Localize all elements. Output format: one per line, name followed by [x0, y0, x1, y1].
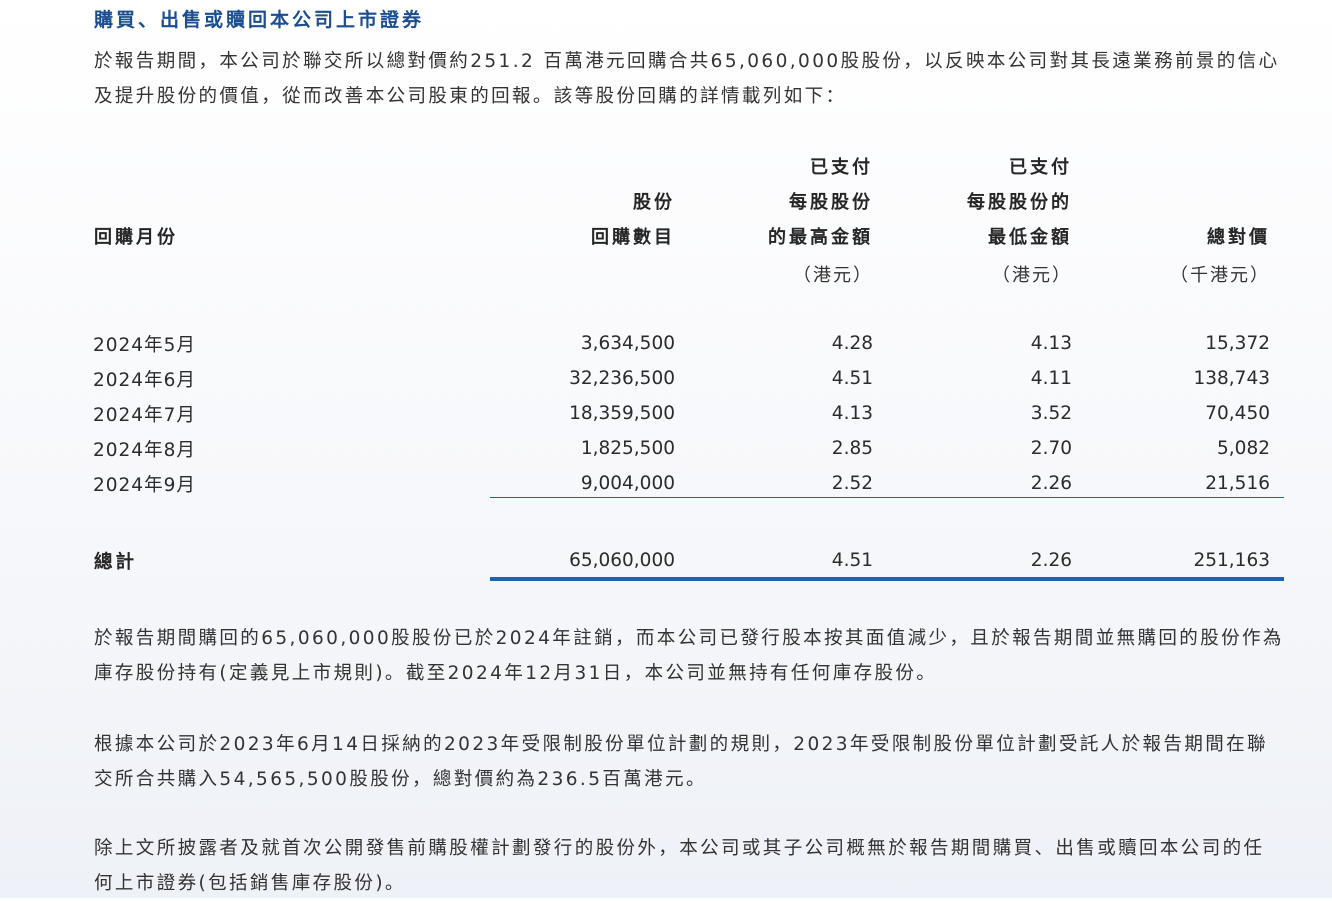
row-high: 4.13 [831, 403, 873, 424]
row-shares: 18,359,500 [569, 403, 675, 424]
row-low: 2.26 [1030, 473, 1072, 494]
row-high: 4.28 [831, 333, 873, 354]
total-high: 4.51 [831, 550, 873, 571]
header-low-unit: （港元） [992, 265, 1072, 286]
row-total: 15,372 [1205, 333, 1270, 354]
row-month: 2024年5月 [93, 335, 196, 356]
table-divider [490, 497, 1284, 498]
header-month: 回購月份 [94, 227, 178, 248]
intro-paragraph: 於報告期間，本公司於聯交所以總對價約251.2 百萬港元回購合共65,060,0… [94, 51, 1280, 107]
header-high-line3: 的最高金額 [768, 227, 873, 248]
row-low: 4.13 [1030, 333, 1072, 354]
header-total-unit: （千港元） [1170, 265, 1270, 286]
row-shares: 9,004,000 [580, 473, 675, 494]
header-shares-line2: 回購數目 [591, 227, 675, 248]
row-shares: 32,236,500 [569, 368, 675, 389]
table-bottom-rule [490, 577, 1284, 581]
header-high-line2: 每股股份 [789, 192, 873, 213]
header-high-unit: （港元） [793, 265, 873, 286]
section-heading: 購買、出售或贖回本公司上市證券 [94, 9, 425, 31]
header-low-line3: 最低金額 [988, 227, 1072, 248]
header-low-line1: 已支付 [1009, 157, 1072, 178]
row-total: 5,082 [1217, 438, 1270, 459]
row-low: 4.11 [1030, 368, 1072, 389]
total-label: 總計 [94, 552, 138, 573]
row-total: 138,743 [1193, 368, 1270, 389]
row-total: 21,516 [1205, 473, 1270, 494]
row-month: 2024年8月 [93, 440, 196, 461]
header-low-line2: 每股股份的 [967, 192, 1072, 213]
row-month: 2024年7月 [93, 405, 196, 426]
row-low: 2.70 [1030, 438, 1072, 459]
row-month: 2024年9月 [93, 475, 196, 496]
row-low: 3.52 [1030, 403, 1072, 424]
row-total: 70,450 [1205, 403, 1270, 424]
rsu-paragraph: 根據本公司於2023年6月14日採納的2023年受限制股份單位計劃的規則，202… [94, 734, 1268, 790]
header-shares-line1: 股份 [633, 192, 675, 213]
disclosure-paragraph: 除上文所披露者及就首次公開發售前購股權計劃發行的股份外，本公司或其子公司概無於報… [94, 838, 1265, 894]
total-consideration: 251,163 [1193, 550, 1270, 571]
header-total-line1: 總對價 [1207, 227, 1270, 248]
total-low: 2.26 [1030, 550, 1072, 571]
cancellation-paragraph: 於報告期間購回的65,060,000股股份已於2024年註銷，而本公司已發行股本… [94, 628, 1284, 684]
row-high: 4.51 [831, 368, 873, 389]
row-high: 2.52 [831, 473, 873, 494]
row-shares: 1,825,500 [580, 438, 675, 459]
total-shares: 65,060,000 [569, 550, 675, 571]
row-month: 2024年6月 [93, 370, 196, 391]
header-high-line1: 已支付 [810, 157, 873, 178]
row-shares: 3,634,500 [580, 333, 675, 354]
row-high: 2.85 [831, 438, 873, 459]
